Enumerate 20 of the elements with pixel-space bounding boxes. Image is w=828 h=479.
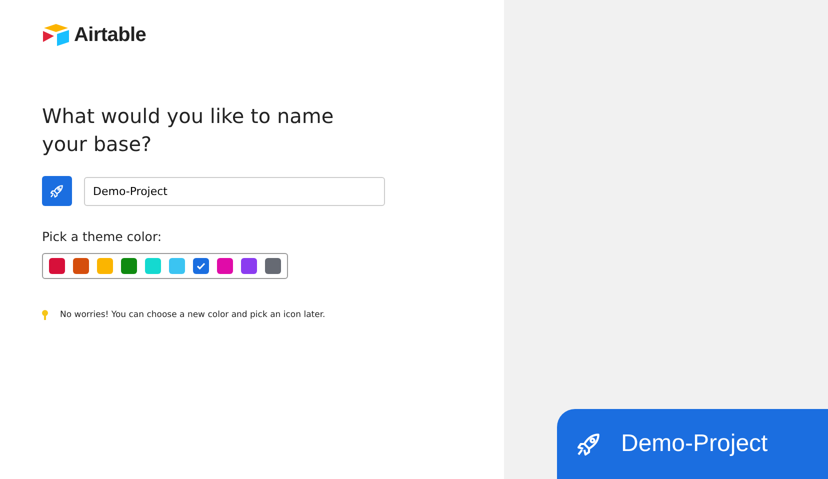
color-swatch[interactable]	[241, 258, 257, 274]
rocket-icon	[49, 183, 65, 199]
logo-icon	[42, 23, 70, 47]
color-swatch[interactable]	[121, 258, 137, 274]
color-swatch[interactable]	[217, 258, 233, 274]
color-swatch[interactable]	[97, 258, 113, 274]
color-swatch[interactable]	[73, 258, 89, 274]
color-swatch[interactable]	[49, 258, 65, 274]
theme-label: Pick a theme color:	[42, 228, 163, 246]
logo-text: Airtable	[74, 23, 146, 48]
color-swatch[interactable]	[193, 258, 209, 274]
color-swatch[interactable]	[169, 258, 185, 274]
color-swatch[interactable]	[265, 258, 281, 274]
preview-title: Demo-Project	[621, 429, 768, 459]
color-swatch[interactable]	[145, 258, 161, 274]
heading: What would you like to name your base?	[42, 103, 335, 158]
hint-text: No worries! You can choose a new color and pick an icon later.	[60, 308, 326, 322]
name-field[interactable]: Demo-Project	[84, 176, 385, 206]
lightbulb-icon	[42, 310, 48, 320]
icon-button[interactable]	[42, 176, 72, 206]
